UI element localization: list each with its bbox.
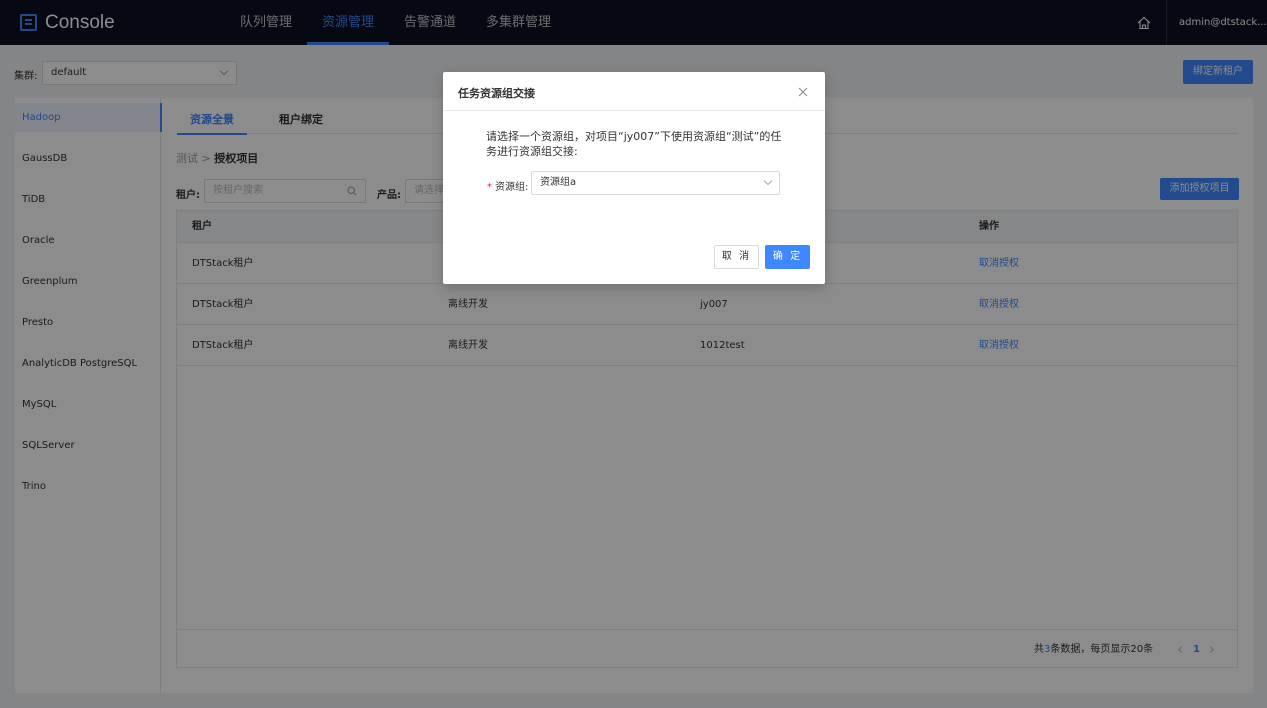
resource-group-select-value: 资源组a [540, 177, 577, 188]
dialog-title: 任务资源组交接 [458, 87, 535, 100]
cancel-button[interactable]: 取 消 [714, 245, 759, 269]
chevron-down-icon [763, 176, 773, 186]
dialog-description: 请选择一个资源组，对项目“jy007”下使用资源组“测试”的任务进行资源组交接: [486, 130, 782, 158]
close-icon[interactable] [795, 84, 811, 100]
confirm-button[interactable]: 确 定 [765, 245, 810, 269]
dialog-header: 任务资源组交接 [443, 72, 825, 111]
resource-group-handover-dialog: 任务资源组交接 请选择一个资源组，对项目“jy007”下使用资源组“测试”的任务… [443, 72, 825, 284]
resource-group-select[interactable]: 资源组a [531, 171, 780, 195]
resource-group-label: * 资源组: [487, 182, 529, 193]
